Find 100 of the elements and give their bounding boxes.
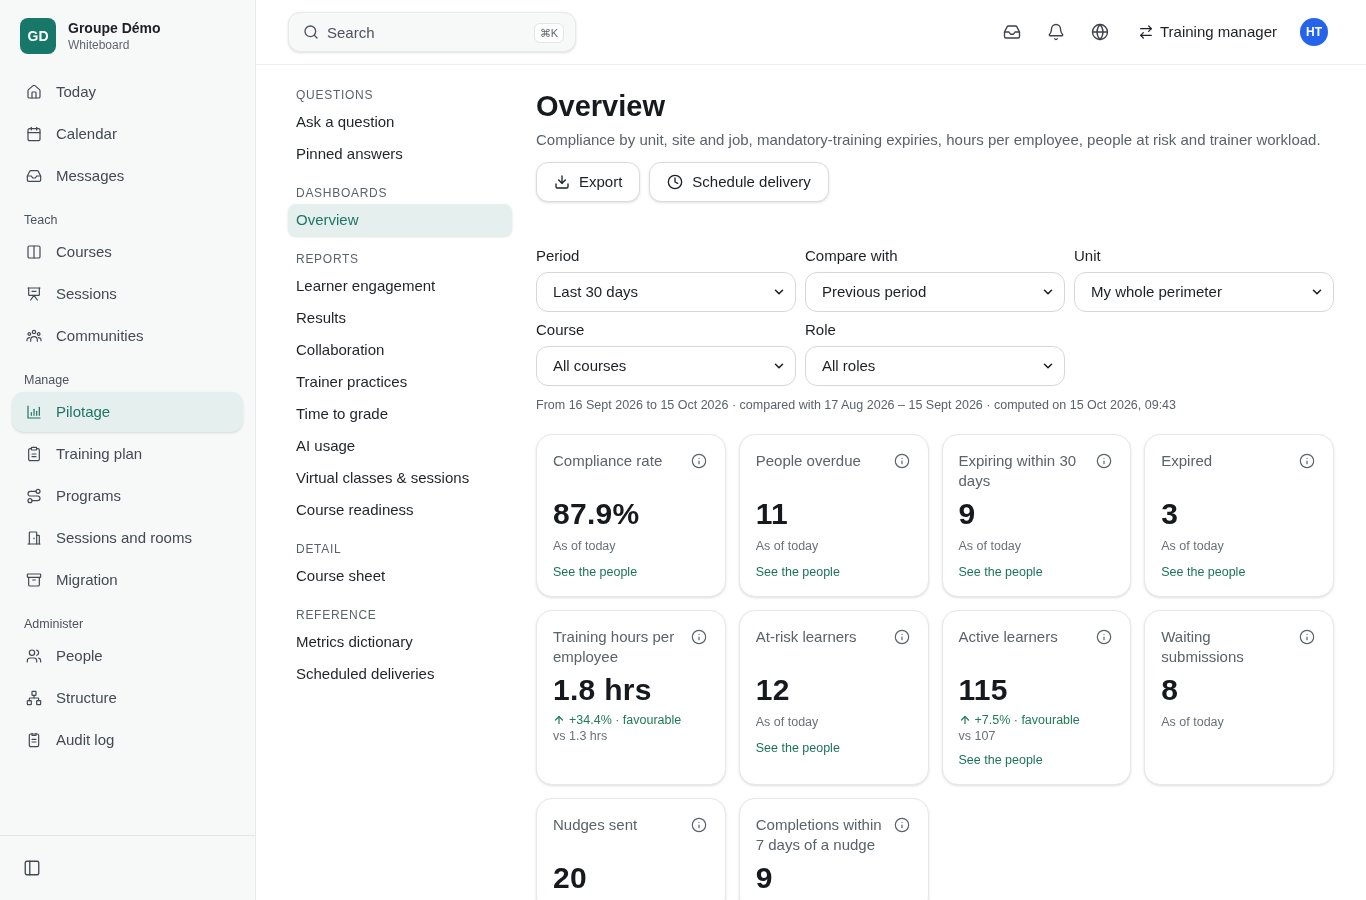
subnav-item[interactable]: Time to grade [288,398,512,430]
metric-title: Training hours per employee [553,627,676,667]
metric-note: As of today [553,538,617,554]
nav-item[interactable]: Structure [12,678,243,718]
metric-title: Compliance rate [553,451,663,471]
subnav-item[interactable]: Collaboration [288,334,512,366]
select-field[interactable]: Last 30 days [536,272,796,312]
subnav-item[interactable]: Trainer practices [288,366,512,398]
see-people-link[interactable]: See the people [755,564,840,580]
clock-icon [667,174,684,190]
nav-section-label: Teach [23,212,59,228]
sidebar-toggle-icon[interactable] [23,859,41,877]
subnav-item[interactable]: Overview [288,204,512,236]
see-people-link[interactable]: See the people [958,564,1043,580]
workspace-subtitle: Whiteboard [68,37,131,53]
people-icon [26,648,42,664]
nav-item[interactable]: Migration [12,560,243,600]
action-button[interactable]: Export [536,162,641,202]
door-icon [26,530,42,546]
search-icon [303,24,319,40]
swap-arrows-icon [1138,24,1154,40]
user-avatar[interactable]: HT [1300,18,1328,46]
see-people-link[interactable]: See the people [1161,564,1246,580]
nav-section-label: Manage [23,372,71,388]
nav-item[interactable]: Today [12,72,243,112]
trend-text: +34.4% · favourable [569,712,682,728]
nav-item[interactable]: Pilotage [12,392,243,432]
nav-section-heading: QUESTIONS [295,87,375,103]
role-switch-button[interactable]: Training manager [1138,20,1277,44]
subnav-item[interactable]: Results [288,302,512,334]
bar-chart-icon [26,404,42,420]
page-title: Overview [536,89,666,124]
subnav-item[interactable]: Course sheet [288,560,512,592]
metric-title: People overdue [755,451,861,471]
info-icon[interactable] [893,453,910,469]
inbox-icon[interactable] [1003,23,1021,41]
metric-value: 12 [755,672,791,708]
subnav-item[interactable]: Metrics dictionary [288,626,512,658]
nav-item[interactable]: Sessions and rooms [12,518,243,558]
metric-value: 3 [1161,496,1180,532]
metric-value: 9 [755,860,774,896]
metric-note: As of today [755,538,820,554]
nav-section-label: Administer [23,616,85,632]
metric-note: As of today [1161,714,1225,730]
see-people-link[interactable]: See the people [553,564,638,580]
metric-title: At-risk learners [755,627,857,647]
info-icon[interactable] [893,629,910,645]
presentation-board-icon [26,286,42,302]
metric-value: 115 [958,672,1009,708]
nav-item[interactable]: Programs [12,476,243,516]
info-icon[interactable] [690,453,707,469]
select-field[interactable]: All courses [536,346,796,386]
info-icon[interactable] [690,817,707,833]
hierarchy-icon [26,690,42,706]
nav-item[interactable]: Messages [12,156,243,196]
field-label: Role [805,320,837,340]
metric-title: Expiring within 30 days [958,451,1078,491]
subnav-item[interactable]: Pinned answers [288,138,512,170]
comparison-text: vs 107 [958,728,997,744]
workspace-logo: GD [20,18,56,54]
nav-item[interactable]: People [12,636,243,676]
metric-title: Expired [1161,451,1213,471]
metric-note: As of today [958,538,1023,554]
info-icon[interactable] [1299,629,1315,645]
field-label: Period [536,246,581,266]
nav-section-heading: REPORTS [295,251,360,267]
nav-item[interactable]: Communities [12,316,243,356]
nav-item[interactable]: Audit log [12,720,243,760]
see-people-link[interactable]: See the people [755,740,840,756]
nav-item[interactable]: Courses [12,232,243,272]
info-icon[interactable] [893,817,910,833]
comparison-text: vs 1.3 hrs [553,728,609,744]
download-icon [554,174,570,190]
nav-section-heading: DETAIL [295,541,343,557]
subnav-item[interactable]: AI usage [288,430,512,462]
nav-item[interactable]: Sessions [12,274,243,314]
route-icon [26,488,42,504]
subnav-item[interactable]: Virtual classes & sessions [288,462,512,494]
info-icon[interactable] [1299,453,1315,469]
subnav-item[interactable]: Learner engagement [288,270,512,302]
select-field[interactable]: My whole perimeter [1074,272,1334,312]
date-range-info: From 16 Sept 2026 to 15 Oct 2026 · compared with 17 Aug 2026 – 15 Sept 2026 · computed on 15 Oct 2026, 09:43 [536,397,1177,413]
notifications-icon[interactable] [1047,23,1065,41]
select-field[interactable]: All roles [805,346,1065,386]
info-icon[interactable] [690,629,707,645]
info-icon[interactable] [1096,629,1113,645]
see-people-link[interactable]: See the people [958,752,1043,768]
subnav-item[interactable]: Scheduled deliveries [288,658,512,690]
select-field[interactable]: Previous period [805,272,1065,312]
field-label: Compare with [805,246,899,266]
subnav-item[interactable]: Ask a question [288,106,512,138]
metric-value: 87.9% [553,496,641,532]
action-button[interactable]: Schedule delivery [649,162,829,202]
metric-note: As of today [1161,538,1225,554]
info-icon[interactable] [1096,453,1113,469]
nav-item[interactable]: Calendar [12,114,243,154]
subnav-item[interactable]: Course readiness [288,494,512,526]
people-group-icon [26,328,42,344]
globe-icon[interactable] [1091,23,1109,41]
nav-item[interactable]: Training plan [12,434,243,474]
